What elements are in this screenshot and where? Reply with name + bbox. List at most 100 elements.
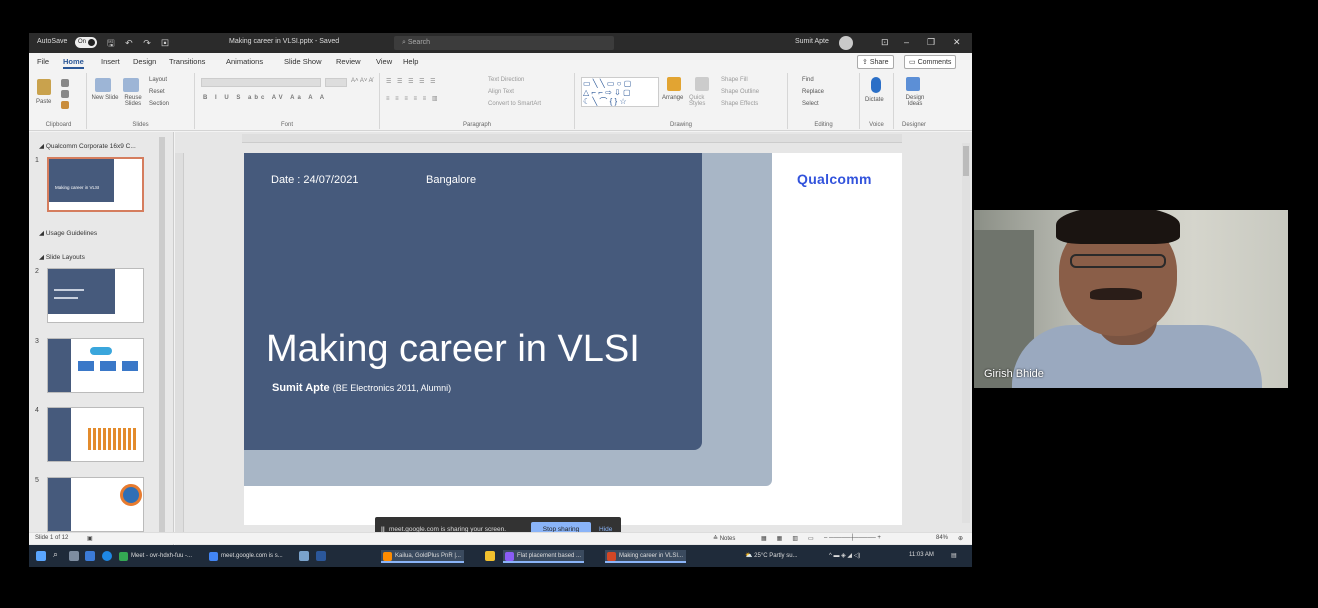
format-painter-icon[interactable] <box>61 101 69 109</box>
thumbnail-scrollbar[interactable] <box>159 137 165 542</box>
fit-slide-icon[interactable]: ⊕ <box>958 535 963 542</box>
section-button[interactable]: Section <box>149 101 169 107</box>
weather-widget[interactable]: ⛅ 25°C Partly su... <box>745 552 798 559</box>
windows-start-icon[interactable] <box>36 551 46 561</box>
slide-thumbnails-pane[interactable]: ◢ Qualcomm Corporate 16x9 C... 1 Making … <box>29 132 174 551</box>
font-name-box[interactable] <box>201 78 321 87</box>
zoom-level[interactable]: 84% <box>936 535 948 541</box>
file-name[interactable]: Making career in VLSI.pptx - Saved <box>229 38 339 45</box>
microphone-icon[interactable] <box>871 77 881 93</box>
current-slide[interactable]: Date : 24/07/2021 Bangalore Qualcomm Mak… <box>244 153 902 525</box>
tab-transitions[interactable]: Transitions <box>169 57 205 66</box>
text-direction-button[interactable]: Text Direction <box>488 77 524 83</box>
reuse-slides-icon[interactable] <box>123 78 139 92</box>
share-button[interactable]: ⇪ Share <box>857 55 894 69</box>
user-name[interactable]: Sumit Apte <box>795 38 829 45</box>
taskbar-item-powerpoint[interactable]: Making career in VLSI... <box>605 550 687 563</box>
slide-thumbnail-3[interactable] <box>47 338 144 393</box>
taskbar-item-meet[interactable]: Meet - ovr-hdxh-fuu -... <box>117 550 195 563</box>
paste-icon[interactable] <box>37 79 51 95</box>
sticky-notes-icon[interactable] <box>485 551 495 561</box>
align-icons[interactable]: ≡ ≡ ≡ ≡ ≡ ▥ <box>386 95 440 102</box>
arrange-icon[interactable] <box>667 77 681 91</box>
taskbar-item-flat-placement[interactable]: Flat placement based ... <box>503 550 585 563</box>
presenter-note: (BE Electronics 2011, Alumni) <box>332 383 452 393</box>
align-text-button[interactable]: Align Text <box>488 89 514 95</box>
tab-file[interactable]: File <box>37 57 49 66</box>
shapes-gallery[interactable]: ▭ ╲ ╲ ▭ ○ ▢ △ ⌐ ⌐ ⇨ ⇩ ▢ ☾ ╲ ⌒ { } ☆ <box>581 77 659 107</box>
design-ideas-icon[interactable] <box>906 77 920 91</box>
tab-view[interactable]: View <box>376 57 392 66</box>
word-icon[interactable] <box>316 551 326 561</box>
close-icon[interactable]: ✕ <box>953 37 961 48</box>
taskbar-item-kailua[interactable]: Kailua, GoldPlus PnR |... <box>381 550 464 563</box>
taskbar-item-meet-sharing[interactable]: meet.google.com is s... <box>207 550 286 563</box>
file-explorer-icon[interactable] <box>85 551 95 561</box>
font-size-box[interactable] <box>325 78 347 87</box>
slide-title[interactable]: Making career in VLSI <box>266 328 640 371</box>
new-slide-label[interactable]: New Slide <box>91 95 119 101</box>
slide-scrollbar[interactable] <box>962 143 970 523</box>
find-button[interactable]: Find <box>802 77 814 83</box>
slide-thumbnail-1[interactable]: Making career in VLSI <box>47 157 144 212</box>
tab-home[interactable]: Home <box>63 57 84 69</box>
clock[interactable]: 11:03 AM <box>909 552 934 558</box>
section-slide-layouts[interactable]: ◢ Slide Layouts <box>39 253 85 261</box>
search-box[interactable]: ⌕ Search <box>394 36 614 50</box>
system-tray-icons[interactable]: ^ ▬ ◈ ◢ ◁) <box>829 552 860 559</box>
tab-slide-show[interactable]: Slide Show <box>284 57 322 66</box>
scrollbar-thumb[interactable] <box>963 146 969 176</box>
section-qualcomm-corporate[interactable]: ◢ Qualcomm Corporate 16x9 C... <box>39 142 136 150</box>
slide-place[interactable]: Bangalore <box>426 174 476 186</box>
slide-thumbnail-5[interactable] <box>47 477 144 532</box>
select-button[interactable]: Select <box>802 101 819 107</box>
ribbon-display-icon[interactable]: ⊡ <box>881 37 889 48</box>
layout-button[interactable]: Layout <box>149 77 167 83</box>
section-usage-guidelines[interactable]: ◢ Usage Guidelines <box>39 229 97 237</box>
list-icons[interactable]: ☰ ☰ ☰ ☰ ☰ <box>386 78 438 85</box>
slide-thumbnail-4[interactable] <box>47 407 144 462</box>
notes-button[interactable]: ≙ Notes <box>713 535 735 542</box>
shape-outline-button[interactable]: Shape Outline <box>721 89 759 95</box>
shape-fill-button[interactable]: Shape Fill <box>721 77 748 83</box>
slide-subtitle[interactable]: Sumit Apte (BE Electronics 2011, Alumni) <box>272 382 451 394</box>
autosave-toggle[interactable]: On <box>75 37 97 48</box>
reuse-slides-label[interactable]: Reuse Slides <box>119 95 147 107</box>
user-avatar[interactable] <box>839 36 853 50</box>
dictate-label[interactable]: Dictate <box>865 97 884 103</box>
tab-animations[interactable]: Animations <box>226 57 263 66</box>
edge-icon[interactable] <box>102 551 112 561</box>
tab-review[interactable]: Review <box>336 57 361 66</box>
quick-styles-label[interactable]: Quick Styles <box>689 95 717 107</box>
minimize-icon[interactable]: – <box>904 37 909 47</box>
tab-insert[interactable]: Insert <box>101 57 120 66</box>
task-view-icon[interactable] <box>69 551 79 561</box>
font-grow-shrink-icons[interactable]: A˄ A˅ A̸ <box>351 78 373 84</box>
tab-design[interactable]: Design <box>133 57 156 66</box>
accessibility-icon[interactable]: ▣ <box>87 535 93 542</box>
quick-access-icons[interactable]: 🖫 ↶ ↷ ▣ <box>107 36 173 52</box>
tab-help[interactable]: Help <box>403 57 418 66</box>
slide-thumbnail-2[interactable] <box>47 268 144 323</box>
participant-video-tile[interactable]: Girish Bhide <box>974 210 1288 388</box>
comments-button[interactable]: ▭ Comments <box>904 55 957 69</box>
slide-date[interactable]: Date : 24/07/2021 <box>271 174 358 186</box>
restore-icon[interactable]: ❐ <box>927 37 935 48</box>
design-ideas-label[interactable]: Design Ideas <box>900 95 930 107</box>
view-buttons[interactable]: ▦▦▥▭ <box>761 535 824 542</box>
arrange-label[interactable]: Arrange <box>662 95 683 101</box>
cut-icon[interactable] <box>61 79 69 87</box>
taskbar-app-icon[interactable] <box>299 551 309 561</box>
quick-styles-icon[interactable] <box>695 77 709 91</box>
paste-label[interactable]: Paste <box>36 99 51 105</box>
font-format-icons[interactable]: B I U S abc AV Aa A A <box>203 95 327 101</box>
new-slide-icon[interactable] <box>95 78 111 92</box>
copy-icon[interactable] <box>61 90 69 98</box>
replace-button[interactable]: Replace <box>802 89 824 95</box>
shape-effects-button[interactable]: Shape Effects <box>721 101 758 107</box>
search-icon[interactable]: ⌕ <box>53 549 63 559</box>
reset-button[interactable]: Reset <box>149 89 165 95</box>
zoom-slider[interactable]: – ─────┼───── + <box>824 535 881 541</box>
convert-smartart-button[interactable]: Convert to SmartArt <box>488 101 541 107</box>
notifications-icon[interactable]: ▤ <box>951 552 957 559</box>
